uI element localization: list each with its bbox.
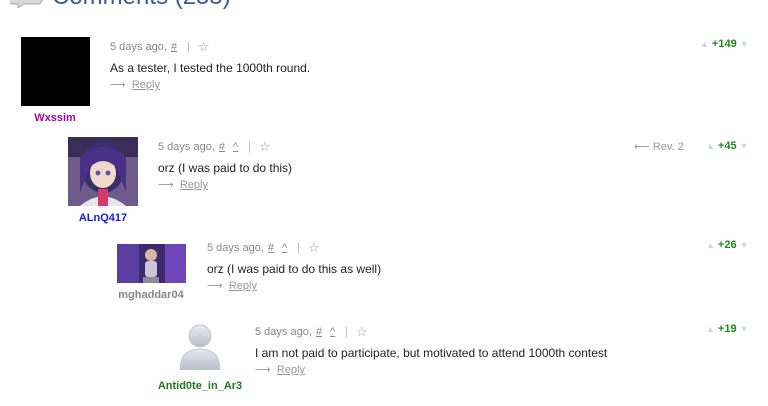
separator: | [345, 326, 349, 338]
separator: | [187, 41, 190, 53]
vote-score: +19 [717, 323, 737, 335]
vote-box: ▲ +149 ▼ [700, 38, 749, 50]
vote-box: ▲ +19 ▼ [706, 323, 749, 335]
downvote-icon[interactable]: ▼ [740, 141, 749, 151]
reply-link[interactable]: ⟶ Reply [158, 178, 208, 191]
separator: | [248, 141, 252, 153]
author-block: Antid0te_in_Ar3 [145, 322, 255, 392]
parent-link[interactable]: ^ [330, 326, 335, 338]
star-icon[interactable]: ☆ [259, 139, 271, 155]
separator: | [297, 242, 301, 254]
star-icon[interactable]: ☆ [308, 240, 320, 256]
upvote-icon[interactable]: ▲ [706, 324, 715, 334]
timestamp: 5 days ago, [110, 41, 167, 53]
reply-label[interactable]: Reply [180, 179, 208, 191]
reply-arrow-icon: ⟶ [207, 280, 223, 292]
upvote-icon[interactable]: ▲ [706, 141, 715, 151]
avatar[interactable] [116, 244, 186, 283]
author-block: mghaddar04 [96, 244, 206, 301]
comment-text: orz (I was paid to do this) [158, 161, 293, 175]
author-handle[interactable]: Wxssim [0, 112, 110, 124]
reply-label[interactable]: Reply [132, 79, 160, 91]
comment-text: orz (I was paid to do this as well) [207, 262, 382, 276]
permalink[interactable]: # [171, 41, 177, 53]
reply-arrow-icon: ⟶ [158, 179, 174, 191]
star-icon[interactable]: ☆ [356, 324, 368, 340]
comments-header: Comments (255) [10, 0, 231, 9]
author-handle[interactable]: Antid0te_in_Ar3 [145, 380, 255, 392]
comment-meta: 5 days ago, # ^ | ☆ [255, 324, 368, 340]
revision-label[interactable]: Rev. 2 [653, 141, 684, 153]
reply-link[interactable]: ⟶ Reply [255, 363, 305, 376]
permalink[interactable]: # [219, 141, 225, 153]
author-handle[interactable]: mghaddar04 [96, 289, 206, 301]
reply-label[interactable]: Reply [229, 280, 257, 292]
author-block: Wxssim [0, 37, 110, 124]
parent-link[interactable]: ^ [282, 242, 287, 254]
comment-bubble-icon [10, 0, 43, 8]
downvote-icon[interactable]: ▼ [740, 39, 749, 49]
author-handle[interactable]: ALnQ417 [48, 212, 158, 224]
reply-link[interactable]: ⟶ Reply [207, 279, 257, 292]
permalink[interactable]: # [316, 326, 322, 338]
reply-label[interactable]: Reply [277, 364, 305, 376]
upvote-icon[interactable]: ▲ [700, 39, 709, 49]
timestamp: 5 days ago, [158, 141, 215, 153]
vote-score: +45 [717, 140, 737, 152]
vote-score: +26 [717, 239, 737, 251]
downvote-icon[interactable]: ▼ [740, 240, 749, 250]
star-icon[interactable]: ☆ [198, 39, 210, 55]
comments-title: Comments (255) [52, 0, 231, 9]
rev-arrow-icon: ⟵ [634, 141, 650, 153]
reply-arrow-icon: ⟶ [255, 364, 271, 376]
vote-box: ▲ +45 ▼ [706, 140, 749, 152]
comment-meta: 5 days ago, # ^ | ☆ [207, 240, 320, 256]
vote-box: ▲ +26 ▼ [706, 239, 749, 251]
avatar[interactable] [20, 37, 90, 106]
vote-score: +149 [711, 38, 737, 50]
reply-arrow-icon: ⟶ [110, 79, 126, 91]
downvote-icon[interactable]: ▼ [740, 324, 749, 334]
comment-meta: 5 days ago, # | ☆ [110, 39, 210, 55]
parent-link[interactable]: ^ [233, 141, 238, 153]
comment-text: As a tester, I tested the 1000th round. [110, 61, 311, 75]
timestamp: 5 days ago, [255, 326, 312, 338]
permalink[interactable]: # [268, 242, 274, 254]
default-user-icon[interactable] [178, 322, 222, 370]
author-block: ALnQ417 [48, 137, 158, 224]
reply-link[interactable]: ⟶ Reply [110, 78, 160, 91]
comment-text: I am not paid to participate, but motiva… [255, 346, 608, 360]
revision-link[interactable]: ⟵ Rev. 2 [634, 140, 684, 153]
timestamp: 5 days ago, [207, 242, 264, 254]
upvote-icon[interactable]: ▲ [706, 240, 715, 250]
avatar[interactable] [68, 137, 138, 206]
comment-meta: 5 days ago, # ^ | ☆ [158, 139, 271, 155]
